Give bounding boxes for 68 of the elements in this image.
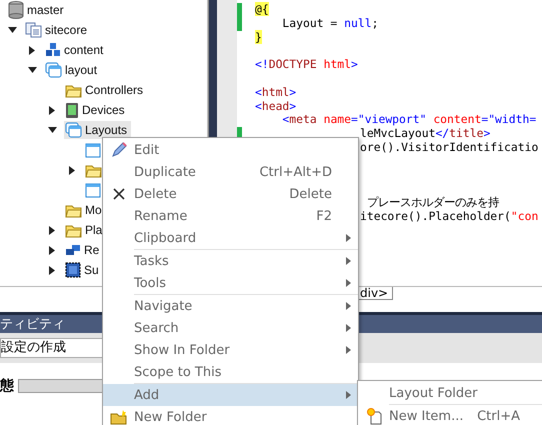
code-line: leMvcLayout</title> [360, 126, 490, 140]
tree-item[interactable]: Mo [64, 202, 106, 218]
code-line: <head> [255, 98, 296, 113]
tree-item[interactable]: master [7, 0, 68, 20]
submenu-arrow-icon [346, 324, 350, 332]
panel-title: ティビティ [0, 316, 65, 333]
blocks-icon [65, 244, 81, 256]
submenu-arrow-icon [346, 302, 350, 310]
folder-icon [65, 222, 82, 238]
new-folder-icon [110, 410, 127, 424]
tree-item[interactable]: sitecore [24, 21, 92, 39]
menu-item[interactable]: Layout Folder [358, 382, 542, 404]
folder-icon [65, 82, 82, 98]
submenu-arrow-icon [346, 257, 350, 265]
menu-item[interactable]: New Item... Ctrl+A [358, 405, 542, 425]
selection-icon [65, 262, 81, 278]
tree-item[interactable]: content [44, 41, 108, 59]
window-icon [45, 62, 62, 78]
collapse-arrow-icon[interactable] [48, 127, 56, 133]
menu-item[interactable]: Duplicate Ctrl+Alt+D [103, 161, 358, 183]
menu-item[interactable]: Delete Delete [103, 183, 358, 205]
code-line: プレースホルダーのみを持 [366, 195, 499, 210]
submenu-arrow-icon [346, 234, 350, 242]
document-icon [25, 22, 42, 38]
shortcut-label: Delete [289, 186, 333, 202]
submenu-arrow-icon [346, 279, 350, 287]
folder-icon [65, 202, 82, 218]
menu-item[interactable]: Search [103, 317, 358, 339]
collapse-arrow-icon[interactable] [28, 67, 36, 73]
code-line: <!DOCTYPE html> [255, 57, 358, 72]
code-line: ore().VisitorIdentificatio [360, 140, 538, 154]
code-line: <meta name="viewport" content="width= [281, 112, 536, 126]
code-line: <html> [255, 84, 296, 99]
menu-item[interactable]: Scope to This [103, 361, 358, 383]
tree-item[interactable]: Devices [64, 100, 129, 120]
delete-icon [112, 188, 124, 200]
tree-item[interactable]: Controllers [64, 82, 148, 98]
menu-item[interactable]: Edit [103, 139, 358, 161]
shortcut-label: Ctrl+Alt+D [259, 164, 333, 180]
menu-item[interactable]: Navigate [103, 295, 358, 317]
code-line: Layout = null; [281, 16, 378, 30]
submenu-arrow-icon [346, 391, 350, 399]
shortcut-label: F2 [316, 208, 333, 224]
window-icon [65, 122, 82, 138]
expand-arrow-icon[interactable] [69, 166, 75, 174]
expand-arrow-icon[interactable] [49, 266, 55, 274]
database-icon [8, 1, 24, 19]
tree-item[interactable]: Su [64, 261, 103, 279]
menu-item[interactable]: Add [103, 384, 358, 406]
pencil-icon [110, 142, 126, 158]
menu-item[interactable]: New Folder [103, 406, 358, 425]
expand-arrow-icon[interactable] [29, 46, 35, 54]
tree-item[interactable]: layout [44, 61, 102, 79]
code-line: itecore().Placeholder("con [360, 208, 538, 223]
shortcut-label: Ctrl+A [477, 408, 521, 424]
tree-item[interactable]: Re [64, 242, 104, 258]
expand-arrow-icon[interactable] [49, 226, 55, 234]
menu-item[interactable]: Show In Folder [103, 339, 358, 361]
tree-item[interactable]: Layouts [64, 121, 132, 139]
menu-item[interactable]: Tools [103, 272, 358, 294]
device-icon [65, 102, 79, 118]
menu-item[interactable]: Tasks [103, 250, 358, 272]
expand-arrow-icon[interactable] [49, 246, 55, 254]
expand-arrow-icon[interactable] [49, 106, 55, 114]
folder-icon [85, 162, 102, 178]
submenu-arrow-icon [346, 346, 350, 354]
collapse-arrow-icon[interactable] [8, 27, 16, 33]
cubes-icon [45, 42, 61, 58]
